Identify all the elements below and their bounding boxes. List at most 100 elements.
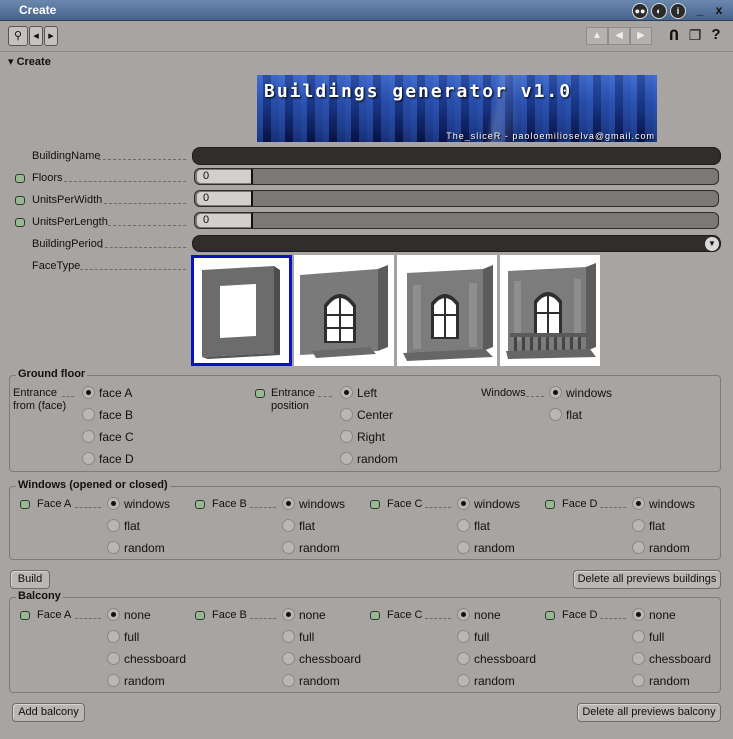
keyframe-led[interactable] <box>15 196 25 205</box>
info-icon[interactable]: i <box>670 3 686 19</box>
windows-face-d-option-label: windows <box>649 497 696 511</box>
windows-face-c-option-radio[interactable] <box>457 541 470 554</box>
windows-face-c-option-radio[interactable] <box>457 519 470 532</box>
windows-face-c-option-radio[interactable] <box>457 497 470 510</box>
balcony-face-c-led[interactable] <box>370 611 380 620</box>
balcony-face-a-option-radio[interactable] <box>107 674 120 687</box>
delete-buildings-button[interactable]: Delete all previews buildings <box>573 570 721 589</box>
banner-title: Buildings generator v1.0 <box>264 81 573 102</box>
eyes-icon[interactable]: ●● <box>632 3 648 19</box>
floors-slider[interactable]: 0 <box>194 168 719 185</box>
balcony-face-c-option-radio[interactable] <box>457 674 470 687</box>
windows-face-b-option-radio[interactable] <box>282 497 295 510</box>
balcony-face-b-option-radio[interactable] <box>282 630 295 643</box>
forward-arrow-icon[interactable]: ▸ <box>44 26 58 46</box>
balcony-face-a-option-radio[interactable] <box>107 652 120 665</box>
windows-face-a-led[interactable] <box>20 500 30 509</box>
balcony-face-d-option-radio[interactable] <box>632 608 645 621</box>
balcony-face-d-option-radio[interactable] <box>632 652 645 665</box>
balcony-face-d-option-radio[interactable] <box>632 630 645 643</box>
windows-face-c-label: Face C <box>387 498 423 510</box>
balcony-face-c-option-radio[interactable] <box>457 608 470 621</box>
balcony-face-d-led[interactable] <box>545 611 555 620</box>
windows-face-d-label: Face D <box>562 498 598 510</box>
balcony-face-a-option-label: none <box>124 608 151 622</box>
balcony-face-a-option-radio[interactable] <box>107 630 120 643</box>
keyframe-led[interactable] <box>255 389 265 398</box>
windows-face-b-option-radio[interactable] <box>282 519 295 532</box>
back-arrow-icon[interactable]: ◂ <box>29 26 43 46</box>
up-arrow-icon[interactable]: ▲ <box>586 27 608 45</box>
slider-knob[interactable] <box>251 191 253 206</box>
building-period-dropdown[interactable]: ▼ <box>192 235 721 252</box>
windows-group-title: Windows (opened or closed) <box>16 479 170 491</box>
windows-face-b-option-radio[interactable] <box>282 541 295 554</box>
windows-face-d-option-radio[interactable] <box>632 519 645 532</box>
balcony-face-b-option-radio[interactable] <box>282 674 295 687</box>
layers-icon[interactable]: ❐ <box>686 26 704 46</box>
chevron-down-icon[interactable]: ▼ <box>705 237 719 251</box>
ground-flat-radio[interactable] <box>549 408 562 421</box>
balcony-face-a-option-radio[interactable] <box>107 608 120 621</box>
windows-face-a-option-label: flat <box>124 519 141 533</box>
slider-knob[interactable] <box>251 213 253 228</box>
windows-face-c-led[interactable] <box>370 500 380 509</box>
balcony-face-c-option-radio[interactable] <box>457 652 470 665</box>
windows-face-a-option-radio[interactable] <box>107 541 120 554</box>
entrance-face-c-radio[interactable] <box>82 430 95 443</box>
position-center-radio[interactable] <box>340 408 353 421</box>
balcony-face-c-option-radio[interactable] <box>457 630 470 643</box>
balcony-face-b-label: Face B <box>212 609 247 621</box>
units-per-width-slider[interactable]: 0 <box>194 190 719 207</box>
windows-face-d-option-radio[interactable] <box>632 541 645 554</box>
balcony-face-a-led[interactable] <box>20 611 30 620</box>
building-period-label: BuildingPeriod <box>32 238 103 250</box>
windows-face-d-led[interactable] <box>545 500 555 509</box>
face-type-option-balcony[interactable] <box>500 255 600 366</box>
balcony-face-b-option-radio[interactable] <box>282 652 295 665</box>
entrance-face-d-label: face D <box>99 452 134 466</box>
add-balcony-button[interactable]: Add balcony <box>12 703 85 722</box>
balcony-face-d-option-radio[interactable] <box>632 674 645 687</box>
windows-face-a-option-radio[interactable] <box>107 497 120 510</box>
build-button[interactable]: Build <box>10 570 50 589</box>
units-per-width-label: UnitsPerWidth <box>32 194 103 206</box>
windows-face-a-option-label: random <box>124 541 165 555</box>
floors-value[interactable]: 0 <box>197 170 251 183</box>
section-toggle[interactable]: ▾ Create <box>8 55 51 68</box>
position-right-radio[interactable] <box>340 430 353 443</box>
minimize-icon[interactable]: _ <box>692 3 708 19</box>
right-arrow-icon[interactable]: ▶ <box>630 27 652 45</box>
help-icon[interactable]: ? <box>707 26 725 46</box>
slider-knob[interactable] <box>251 169 253 184</box>
windows-face-d-option-radio[interactable] <box>632 497 645 510</box>
magnet-icon[interactable]: ⚲ <box>8 26 28 46</box>
face-type-option-plain[interactable] <box>191 255 292 366</box>
units-per-length-value[interactable]: 0 <box>197 214 251 227</box>
units-per-width-value[interactable]: 0 <box>197 192 251 205</box>
face-type-label: FaceType <box>32 260 81 272</box>
keyframe-led[interactable] <box>15 218 25 227</box>
balcony-face-b-option-radio[interactable] <box>282 608 295 621</box>
units-per-length-slider[interactable]: 0 <box>194 212 719 229</box>
position-random-radio[interactable] <box>340 452 353 465</box>
position-left-radio[interactable] <box>340 386 353 399</box>
face-type-option-arched[interactable] <box>294 255 394 366</box>
entrance-face-d-radio[interactable] <box>82 452 95 465</box>
windows-face-a-option-radio[interactable] <box>107 519 120 532</box>
ground-windows-radio[interactable] <box>549 386 562 399</box>
windows-face-d-option-label: flat <box>649 519 666 533</box>
face-type-option-columns[interactable] <box>397 255 497 366</box>
windows-face-b-led[interactable] <box>195 500 205 509</box>
magnet-tool-icon[interactable]: Ո <box>665 26 683 46</box>
delete-balcony-button[interactable]: Delete all previews balcony <box>577 703 721 722</box>
left-arrow-icon[interactable]: ◀ <box>608 27 630 45</box>
balcony-face-b-led[interactable] <box>195 611 205 620</box>
building-name-input[interactable] <box>192 147 721 165</box>
globe-icon[interactable]: ◐ <box>651 3 667 19</box>
entrance-face-a-radio[interactable] <box>82 386 95 399</box>
entrance-face-b-radio[interactable] <box>82 408 95 421</box>
keyframe-led[interactable] <box>15 174 25 183</box>
close-icon[interactable]: x <box>711 3 727 19</box>
balcony-group-title: Balcony <box>16 590 63 602</box>
